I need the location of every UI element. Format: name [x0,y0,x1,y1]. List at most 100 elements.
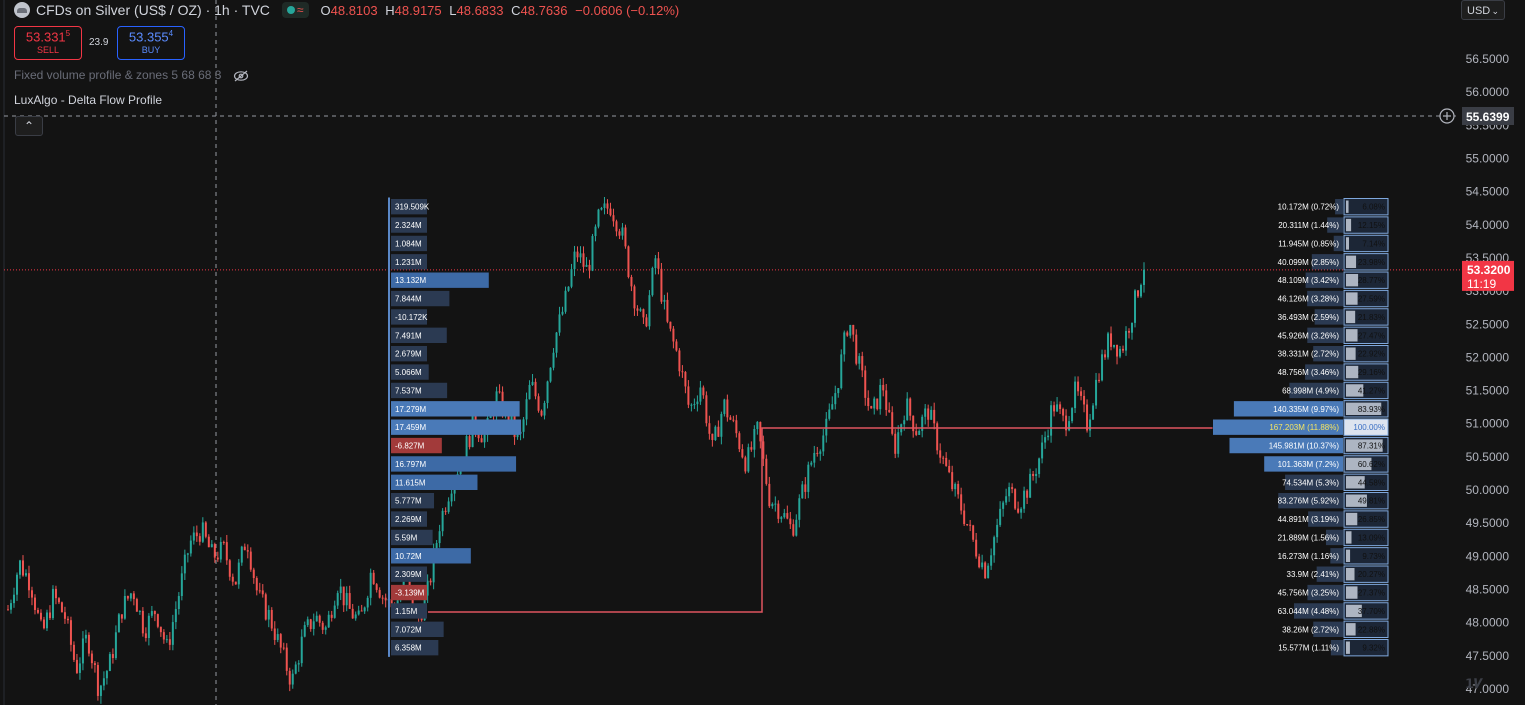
indicator-fixed-volume-label: Fixed volume profile & zones 5 68 68 3 [14,68,222,82]
delta-bar-label: 1.084M [395,239,422,248]
candle [864,365,867,406]
volume-pct-label: 23.98% [1358,258,1385,267]
candle [75,653,78,674]
delta-profile-row: 7.844M [391,290,450,307]
candle [924,404,927,425]
currency-value: USD [1467,5,1491,17]
candle [252,567,255,584]
candle [150,605,153,618]
volume-pct-fill [1346,549,1351,562]
price-tick: 49.0000 [1466,549,1510,563]
sell-button[interactable]: 53.3315 SELL [14,26,82,60]
candle [21,555,24,577]
delta-profile-row: -3.139M [391,584,427,601]
candle [162,629,165,644]
market-open-dot-icon [286,6,295,14]
volume-bar-label: 101.363M (7.2%) [1278,460,1340,469]
candle [603,196,606,215]
price-tick: 54.0000 [1466,218,1510,232]
candle [894,429,897,459]
candle [768,476,771,508]
candle [633,284,636,316]
crosshair-add-icon [1439,108,1455,124]
candle [525,392,528,426]
candle [165,634,168,643]
delta-bar-label: -6.827M [395,442,425,451]
market-status[interactable]: ≈ [281,2,309,18]
candle [705,391,708,427]
candle [1008,482,1011,502]
candle [990,548,993,570]
candle [288,667,291,692]
candle [39,609,42,622]
candle [201,517,204,543]
eye-off-icon[interactable] [233,70,249,82]
candle [129,592,132,602]
candle [198,533,201,546]
indicator-fixed-volume[interactable]: Fixed volume profile & zones 5 68 68 3 [14,68,249,82]
candle [1077,376,1080,396]
delta-profile-row: 11.615M [391,474,478,490]
volume-profile-row: 45.756M (3.25%) 27.37% [1278,583,1389,602]
chart-canvas[interactable]: 56.500056.000055.500055.000054.500054.00… [0,0,1525,705]
candle [81,631,84,671]
candle [333,600,336,619]
candle [45,609,48,632]
high-key: H [385,2,395,18]
candle [375,583,378,593]
indicator-delta-flow[interactable]: LuxAlgo - Delta Flow Profile [14,93,162,107]
candle [348,585,351,609]
currency-select[interactable]: USD ⌄ [1461,0,1505,20]
candle [1059,401,1062,415]
delta-profile-row: 2.269M [391,511,427,527]
candle [552,348,555,371]
candle [1032,470,1035,481]
volume-bar-label: 167.203M (11.88%) [1269,423,1339,432]
candle [537,393,540,413]
candle [444,507,447,515]
candle [921,414,924,438]
volume-pct-label: 9.32% [1362,644,1385,653]
candle [1053,401,1056,417]
volume-bar-label: 20.311M (1.44%) [1278,221,1339,230]
volume-pct-label: 49.81% [1358,497,1385,506]
candle [1131,322,1134,340]
candle [363,606,366,614]
candle [663,294,666,310]
volume-profile-row: 46.126M (3.28%) 27.59% [1278,289,1389,308]
volume-pct-fill [1346,347,1356,360]
buy-button[interactable]: 53.3554 BUY [117,26,185,60]
candle [849,324,852,339]
candle [579,246,582,264]
candle [798,494,801,528]
delta-bar-label: 5.777M [395,497,422,506]
candle [987,563,990,579]
candle [954,482,957,497]
candles [7,196,1145,704]
candle [1065,409,1068,437]
candle [12,587,15,608]
symbol-title[interactable]: CFDs on Silver (US$ / OZ) · 1h · TVC [36,2,270,18]
candle [258,582,261,594]
candle [585,257,588,267]
price-tick: 48.0000 [1466,616,1510,630]
candle [63,606,66,624]
volume-profile-row: 16.273M (1.16%) 9.73% [1278,547,1389,565]
volume-bar-label: 45.756M (3.25%) [1278,589,1340,598]
volume-bar-label: 48.109M (3.42%) [1278,276,1340,285]
candle [543,400,546,420]
delta-profile-row: 13.132M [391,272,489,288]
candle [939,443,942,464]
volume-pct-fill [1346,237,1349,250]
sell-price-sup: 5 [65,29,71,38]
volume-pct-label: 12.15% [1358,221,1385,230]
candle [156,613,159,629]
collapse-legend-button[interactable]: ⌃ [15,116,43,136]
candle [78,657,81,680]
volume-profile-row: 74.534M (5.3%) 44.58% [1282,473,1389,491]
delta-profile-row: 1.15M [391,603,427,619]
volume-profile-row: 45.926M (3.26%) 27.47% [1278,326,1389,344]
volume-bar-label: 15.577M (1.11%) [1278,644,1339,653]
delta-bar-label: 1.15M [395,607,418,616]
candle [354,611,357,621]
